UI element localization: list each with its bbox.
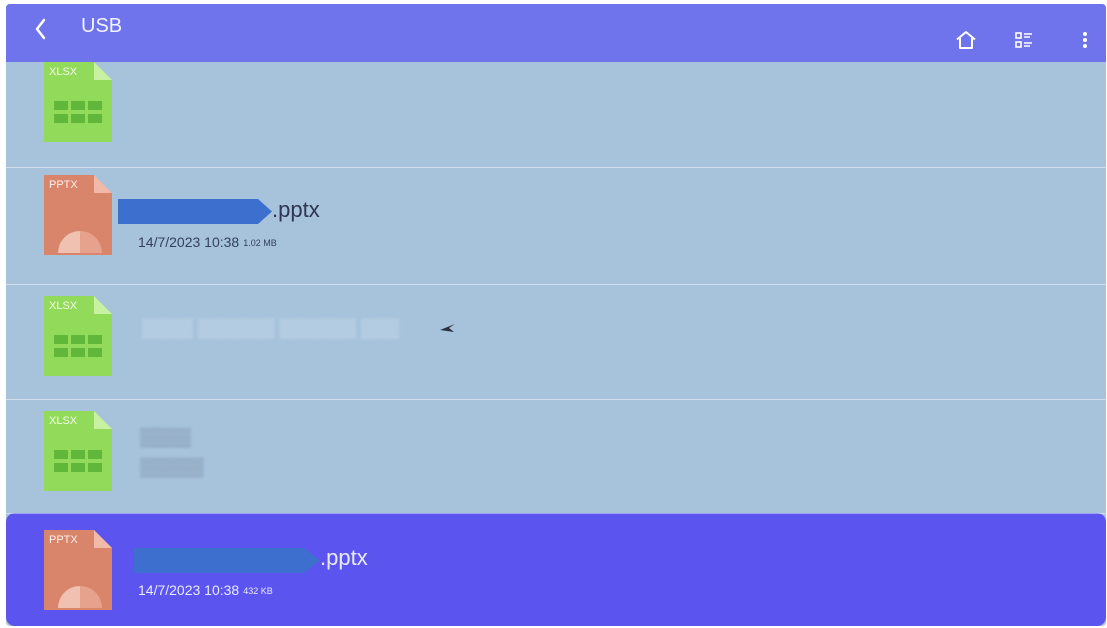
obscured-file-name: ▒▒▒▒	[140, 427, 192, 447]
obscured-file-name: ▒▒▒▒ ▒▒▒▒▒▒ ▒▒▒▒▒▒ ▒▒▒	[142, 318, 400, 338]
file-row[interactable]: XLSX ▒▒▒▒ ▒▒▒▒▒▒ ▒▒▒▒▒▒ ▒▒▒	[6, 284, 1106, 397]
xlsx-file-icon: XLSX	[44, 411, 112, 491]
file-row[interactable]: XLSX ▒▒▒▒ ▒▒▒▒▒	[6, 399, 1106, 512]
file-metadata: 14/7/2023 10:38 432 KB	[138, 581, 273, 600]
redaction-box	[134, 548, 320, 573]
back-button[interactable]	[24, 12, 58, 46]
file-date: 14/7/2023 10:38	[138, 582, 240, 598]
home-icon	[956, 31, 976, 49]
list-view-icon	[1015, 32, 1032, 48]
file-row[interactable]: XLSX	[6, 54, 1106, 167]
chevron-left-icon	[35, 18, 46, 40]
selected-file-row[interactable]: PPTX .pptx 14/7/2023 10:38 432 KB	[6, 513, 1106, 626]
svg-text:XLSX: XLSX	[49, 415, 78, 427]
file-size: 1.02 MB	[243, 238, 277, 248]
more-vertical-icon	[1083, 32, 1087, 48]
file-browser-screen: USB XLSX PPTX .pptx 14/7/2023 10:38 1.02…	[6, 4, 1106, 626]
pptx-file-icon: PPTX	[44, 530, 112, 610]
page-title: USB	[81, 15, 123, 37]
svg-text:PPTX: PPTX	[49, 534, 78, 546]
svg-text:XLSX: XLSX	[49, 66, 78, 78]
file-list: XLSX PPTX .pptx 14/7/2023 10:38 1.02 MB …	[6, 62, 1106, 626]
file-name: .pptx	[320, 545, 368, 570]
file-size: 432 KB	[243, 586, 273, 596]
svg-text:XLSX: XLSX	[49, 300, 78, 312]
xlsx-file-icon: XLSX	[44, 296, 112, 376]
home-button[interactable]	[952, 26, 980, 54]
cursor-glyph	[440, 324, 455, 332]
view-mode-button[interactable]	[1010, 26, 1038, 54]
more-options-button[interactable]	[1071, 26, 1099, 54]
obscured-file-metadata: ▒▒▒▒▒	[140, 457, 204, 477]
pptx-file-icon: PPTX	[44, 175, 112, 255]
file-row[interactable]: PPTX .pptx 14/7/2023 10:38 1.02 MB	[6, 167, 1106, 280]
svg-text:PPTX: PPTX	[49, 179, 78, 191]
file-date: 14/7/2023 10:38	[138, 234, 240, 250]
file-name: .pptx	[272, 197, 320, 222]
xlsx-file-icon: XLSX	[44, 62, 112, 142]
file-metadata: 14/7/2023 10:38 1.02 MB	[138, 233, 277, 252]
redaction-box	[118, 199, 272, 224]
